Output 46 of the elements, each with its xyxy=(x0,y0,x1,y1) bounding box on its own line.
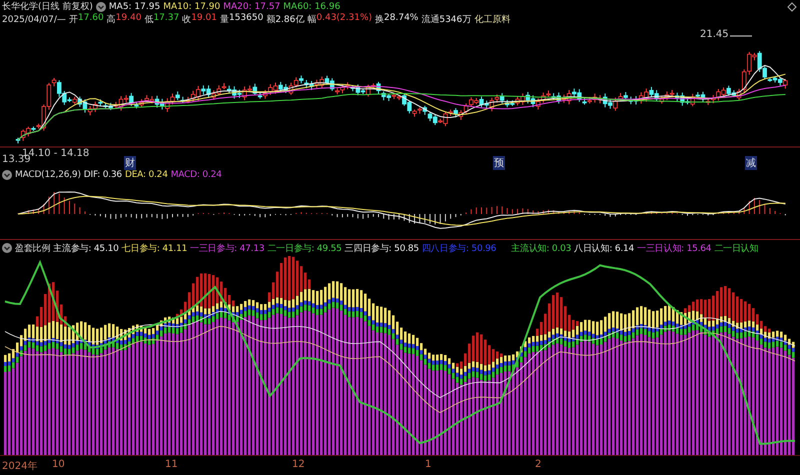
indicator-reading: 二一日参与: 49.55 xyxy=(267,242,342,254)
quote-item: 量153650 xyxy=(220,13,264,26)
indicator-reading: 四八日参与: 50.96 xyxy=(422,242,496,254)
diamond-icon[interactable] xyxy=(787,2,797,12)
indicator-title: MACD(12,26,9) xyxy=(15,170,81,180)
time-axis-label: 1 xyxy=(425,459,432,470)
moving-average-reading: MA20: 17.57 xyxy=(223,2,280,12)
event-marker[interactable]: 预 xyxy=(493,156,505,170)
indicator-reading: 一三日参与: 47.13 xyxy=(190,242,264,254)
indicator-reading: DEA: 0.24 xyxy=(124,170,168,180)
quote-item: 幅0.43(2.31%) xyxy=(307,13,372,26)
indicator-reading: 一三日认知: 15.64 xyxy=(637,242,712,254)
moving-average-reading: MA60: 16.96 xyxy=(283,2,340,12)
quote-item: 开17.60 xyxy=(68,13,104,26)
stock-title: 长华化学(日线 前复权) xyxy=(2,0,93,13)
event-marker[interactable]: 减 xyxy=(745,156,757,170)
industry-label: 化工原料 xyxy=(474,14,510,26)
indicator-reading: 三四日参与: 50.85 xyxy=(344,242,419,254)
quote-item: 换28.74% xyxy=(375,13,418,26)
indicator-title: 盈套比例 xyxy=(15,242,50,254)
high-price-label: 21.45 xyxy=(700,29,729,40)
quote-item: 低17.37 xyxy=(144,13,180,26)
indicator-reading: 主流参与: 45.10 xyxy=(53,242,119,254)
indicator-reading: 二一日认知 xyxy=(714,242,758,254)
low-price-label: 13.39 xyxy=(2,154,31,165)
moving-average-reading: MA5: 17.95 xyxy=(108,2,160,12)
quote-item: 收19.01 xyxy=(182,13,217,26)
quote-item: 高19.40 xyxy=(106,13,142,26)
indicator-reading: 八日认知: 6.14 xyxy=(574,242,634,254)
quote-item: 额2.86亿 xyxy=(266,14,304,26)
moving-average-reading: MA10: 17.90 xyxy=(163,2,220,12)
indicator-reading: 七日参与: 41.11 xyxy=(122,242,188,254)
quote-item: 流通5346万 xyxy=(421,14,472,26)
indicator-reading: 主流认知: 0.03 xyxy=(511,242,572,254)
time-axis-label: 11 xyxy=(165,459,178,470)
indicator-reading: DIF: 0.36 xyxy=(84,170,122,180)
time-axis-label: 12 xyxy=(292,459,305,470)
time-axis-label: 2 xyxy=(535,459,542,470)
event-marker[interactable]: 财 xyxy=(124,156,136,170)
time-axis-label: 10 xyxy=(52,459,65,470)
date-label: 2025/04/07/— xyxy=(2,14,66,24)
time-axis-label: 2024年 xyxy=(2,460,38,473)
indicator-reading: MACD: 0.24 xyxy=(170,170,222,180)
dropdown-chevron-icon[interactable] xyxy=(96,2,106,12)
dropdown-chevron-icon[interactable] xyxy=(2,243,12,253)
dropdown-chevron-icon[interactable] xyxy=(2,170,12,180)
